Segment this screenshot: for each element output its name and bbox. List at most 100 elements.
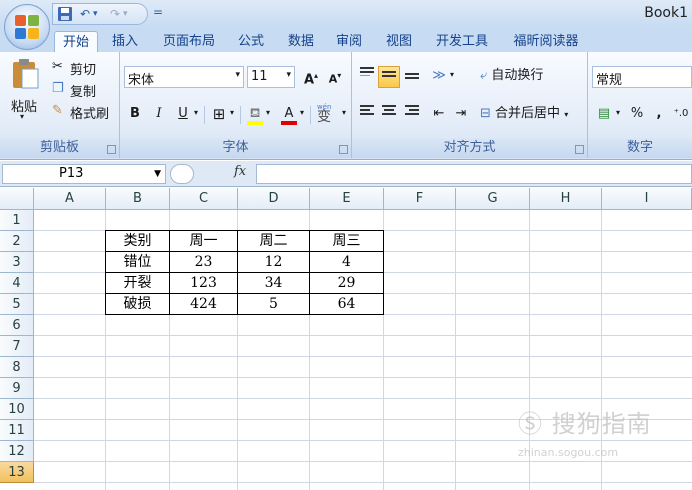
italic-button[interactable]: I (148, 104, 170, 126)
column-header-c[interactable]: C (170, 188, 238, 210)
column-header-g[interactable]: G (456, 188, 530, 210)
tab-data[interactable]: 数据 (280, 31, 322, 52)
tab-insert[interactable]: 插入 (104, 31, 146, 52)
currency-button[interactable]: ▤ (592, 104, 616, 126)
row-header-2[interactable]: 2 (0, 231, 34, 252)
merge-center-button[interactable]: ⊟ 合并后居中 ▾ (480, 104, 584, 126)
align-left-button[interactable] (356, 104, 378, 126)
bold-button[interactable]: B (124, 104, 146, 126)
cell-b4[interactable]: 开裂 (106, 273, 169, 294)
paste-button[interactable]: 粘贴 ▾ (8, 58, 42, 122)
row-header-12[interactable]: 12 (0, 441, 34, 462)
cell-b5[interactable]: 破损 (106, 294, 169, 315)
row-header-6[interactable]: 6 (0, 315, 34, 336)
office-button[interactable] (4, 4, 50, 50)
cell-d3[interactable]: 12 (238, 252, 309, 273)
align-bottom-button[interactable] (401, 66, 423, 88)
tab-developer[interactable]: 开发工具 (428, 31, 496, 52)
cell-c5[interactable]: 424 (170, 294, 237, 315)
row-header-5[interactable]: 5 (0, 294, 34, 315)
tab-review[interactable]: 审阅 (328, 31, 370, 52)
row-header-13[interactable]: 13 (0, 462, 34, 483)
formula-bar-handle[interactable] (170, 164, 194, 184)
cell-d5[interactable]: 5 (238, 294, 309, 315)
cell-c4[interactable]: 123 (170, 273, 237, 294)
orientation-dropdown-icon[interactable]: ▾ (450, 70, 454, 79)
align-middle-button[interactable] (378, 66, 400, 88)
undo-dropdown-icon[interactable]: ▾ (93, 6, 98, 22)
cell-e3[interactable]: 4 (310, 252, 383, 273)
cell-e4[interactable]: 29 (310, 273, 383, 294)
align-center-button[interactable] (378, 104, 400, 126)
redo-icon[interactable]: ↷ (110, 6, 120, 22)
row-header-3[interactable]: 3 (0, 252, 34, 273)
currency-dropdown-icon[interactable]: ▾ (616, 108, 620, 117)
grow-font-button[interactable]: A▴ (300, 66, 322, 88)
phonetic-dropdown-icon[interactable]: ▾ (342, 108, 346, 117)
row-header-11[interactable]: 11 (0, 420, 34, 441)
fill-color-button[interactable]: ⛾ (244, 104, 266, 126)
tab-home[interactable]: 开始 (54, 31, 98, 52)
column-header-d[interactable]: D (238, 188, 310, 210)
column-header-b[interactable]: B (106, 188, 170, 210)
phonetic-guide-button[interactable]: wén 变 (313, 102, 341, 128)
customize-qat-icon[interactable]: = (153, 5, 163, 19)
cell-b3[interactable]: 错位 (106, 252, 169, 273)
fill-color-dropdown-icon[interactable]: ▾ (266, 108, 270, 117)
row-header-4[interactable]: 4 (0, 273, 34, 294)
row-header-9[interactable]: 9 (0, 378, 34, 399)
cell-e5[interactable]: 64 (310, 294, 383, 315)
clipboard-launcher-icon[interactable] (107, 145, 116, 154)
border-button[interactable]: ⊞ (208, 104, 230, 126)
tab-foxit-reader[interactable]: 福昕阅读器 (504, 31, 588, 52)
cell-d4[interactable]: 34 (238, 273, 309, 294)
row-header-10[interactable]: 10 (0, 399, 34, 420)
row-header-8[interactable]: 8 (0, 357, 34, 378)
cell-d2[interactable]: 周二 (238, 231, 309, 252)
font-launcher-icon[interactable] (339, 145, 348, 154)
increase-decimal-button[interactable]: ⁺.0 (672, 104, 690, 126)
save-icon[interactable] (57, 6, 73, 22)
font-color-dropdown-icon[interactable]: ▾ (300, 108, 304, 117)
row-header-1[interactable]: 1 (0, 210, 34, 231)
select-all-corner[interactable] (0, 188, 34, 210)
cut-button[interactable]: ✂ 剪切 (52, 58, 114, 78)
row-header-7[interactable]: 7 (0, 336, 34, 357)
column-header-e[interactable]: E (310, 188, 384, 210)
cell-c2[interactable]: 周一 (170, 231, 237, 252)
number-format-select[interactable]: 常规 (592, 66, 692, 88)
alignment-launcher-icon[interactable] (575, 145, 584, 154)
cell-e2[interactable]: 周三 (310, 231, 383, 252)
percent-button[interactable]: % (626, 104, 648, 126)
orientation-button[interactable]: ≫ (428, 66, 450, 88)
cell-b2[interactable]: 类别 (106, 231, 169, 252)
column-header-h[interactable]: H (530, 188, 602, 210)
insert-function-icon[interactable]: fx (234, 164, 246, 179)
tab-view[interactable]: 视图 (378, 31, 420, 52)
wrap-text-button[interactable]: ⤶ 自动换行 (480, 66, 576, 88)
align-right-button[interactable] (401, 104, 423, 126)
font-name-select[interactable]: 宋体 ▾ (124, 66, 244, 88)
cell-c3[interactable]: 23 (170, 252, 237, 273)
align-top-button[interactable] (356, 66, 378, 88)
tab-page-layout[interactable]: 页面布局 (152, 31, 226, 52)
decrease-indent-button[interactable]: ⇤ (428, 104, 450, 126)
underline-dropdown-icon[interactable]: ▾ (194, 108, 198, 117)
column-header-i[interactable]: I (602, 188, 692, 210)
font-size-select[interactable]: 11 ▾ (247, 66, 295, 88)
format-painter-button[interactable]: ✎ 格式刷 (52, 102, 118, 122)
underline-button[interactable]: U (172, 104, 194, 126)
column-header-a[interactable]: A (34, 188, 106, 210)
border-dropdown-icon[interactable]: ▾ (230, 108, 234, 117)
formula-input[interactable] (256, 164, 692, 184)
comma-button[interactable]: , (650, 104, 668, 126)
column-header-f[interactable]: F (384, 188, 456, 210)
copy-button[interactable]: ❐ 复制 (52, 80, 114, 100)
undo-icon[interactable]: ↶ (80, 6, 90, 22)
tab-formulas[interactable]: 公式 (230, 31, 272, 52)
redo-dropdown-icon[interactable]: ▾ (123, 6, 128, 22)
shrink-font-button[interactable]: A▾ (324, 66, 346, 88)
name-box[interactable]: P13 ▼ (2, 164, 166, 184)
font-color-button[interactable]: A (278, 104, 300, 126)
worksheet-grid[interactable]: A B C D E F G H I 1 2 3 4 5 6 7 8 9 10 1… (0, 188, 692, 490)
